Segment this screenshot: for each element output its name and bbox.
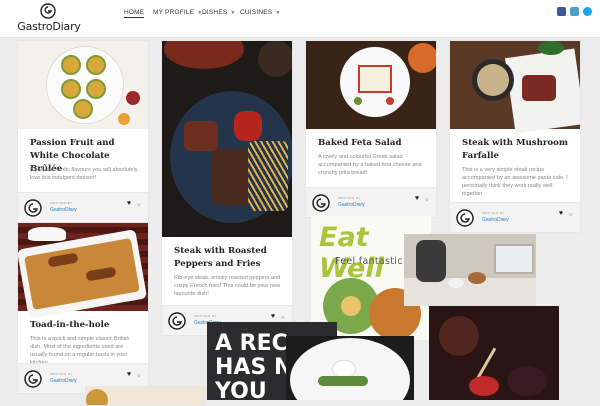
kitchen-photo[interactable] <box>404 234 536 306</box>
written-by-label: WRITTEN BY <box>482 211 505 215</box>
card-footer: WRITTEN BY GastroDiary ♥ 0 <box>306 187 436 217</box>
heart-icon[interactable]: ♥ <box>271 313 275 320</box>
recipe-description: This is a very simple steak recipe accom… <box>462 167 568 197</box>
site-header: GastroDiary HOME MY PROFILE ▼ DISHES ▼ CUI… <box>0 0 600 38</box>
recipe-card-partial[interactable] <box>85 386 205 406</box>
recipe-card[interactable]: Toad-in-the-hole This is a quick and sim… <box>17 222 149 394</box>
author-link[interactable]: GastroDiary <box>482 217 509 223</box>
like-count: 0 <box>281 315 284 320</box>
written-by-label: WRITTEN BY <box>50 372 73 376</box>
author-avatar-icon[interactable] <box>24 199 42 217</box>
written-by-label: WRITTEN BY <box>338 196 361 200</box>
recipe-card[interactable]: Steak with Roasted Peppers and Fries Rib… <box>161 40 293 336</box>
recipe-image[interactable] <box>450 41 580 134</box>
heart-icon[interactable]: ♥ <box>559 210 563 217</box>
instagram-icon[interactable] <box>570 7 579 16</box>
author-link[interactable]: GastroDiary <box>50 378 77 384</box>
chevron-down-icon: ▼ <box>275 10 281 16</box>
chevron-down-icon: ▼ <box>230 10 236 16</box>
eat-well-subtitle: Feel fantastic <box>335 256 403 267</box>
author-avatar-icon[interactable] <box>456 209 474 227</box>
heart-icon[interactable]: ♥ <box>415 195 419 202</box>
recipe-image[interactable] <box>18 223 148 319</box>
recipe-card[interactable]: Steak with Mushroom Farfalle This is a v… <box>449 40 581 233</box>
card-footer: WRITTEN BY GastroDiary ♥ 0 <box>18 192 148 222</box>
brand-name: GastroDiary <box>17 20 81 33</box>
author-link[interactable]: GastroDiary <box>338 202 365 208</box>
nav-my-profile[interactable]: MY PROFILE ▼ <box>153 9 202 16</box>
recipe-description: A lovely and colourful Greek salad accom… <box>318 154 422 176</box>
recipe-image[interactable] <box>306 41 436 129</box>
recipe-image[interactable] <box>18 41 148 129</box>
written-by-label: WRITTEN BY <box>194 314 217 318</box>
author-link[interactable]: GastroDiary <box>50 207 77 213</box>
author-avatar-icon[interactable] <box>312 194 330 212</box>
recipe-card[interactable]: Baked Feta Salad A lovely and colourful … <box>305 40 437 218</box>
twitter-icon[interactable] <box>583 7 592 16</box>
nav-cuisines[interactable]: CUISINES ▼ <box>240 9 280 16</box>
site-logo[interactable]: GastroDiary <box>14 3 84 35</box>
written-by-label: WRITTEN BY <box>50 201 73 205</box>
recipe-card[interactable]: Passion Fruit and White Chocolate Brûlée… <box>17 40 149 223</box>
recipe-title[interactable]: Baked Feta Salad <box>318 137 430 150</box>
card-footer: WRITTEN BY GastroDiary ♥ 0 <box>450 202 580 232</box>
egg-dish-photo[interactable] <box>286 336 414 400</box>
author-avatar-icon[interactable] <box>24 370 42 388</box>
like-count: 0 <box>137 202 140 207</box>
recipe-title[interactable]: Toad-in-the-hole <box>30 319 142 332</box>
heart-icon[interactable]: ♥ <box>127 371 131 378</box>
like-count: 0 <box>137 373 140 378</box>
recipe-description: If you like exotic flavours you will abs… <box>30 167 138 181</box>
dinner-party-photo[interactable] <box>429 306 559 400</box>
recipe-title[interactable]: Steak with Roasted Peppers and Fries <box>174 245 286 271</box>
like-count: 0 <box>425 197 428 202</box>
recipe-description: Rib-eye steak, smoky roasted peppers and… <box>174 275 281 297</box>
heart-icon[interactable]: ♥ <box>127 200 131 207</box>
recipe-image[interactable] <box>162 41 292 237</box>
logo-mark-icon <box>40 3 56 19</box>
author-avatar-icon[interactable] <box>168 312 186 330</box>
like-count: 0 <box>569 212 572 217</box>
facebook-icon[interactable] <box>557 7 566 16</box>
nav-home[interactable]: HOME <box>124 9 145 18</box>
nav-dishes[interactable]: DISHES ▼ <box>202 9 236 16</box>
recipe-title[interactable]: Steak with Mushroom Farfalle <box>462 137 574 163</box>
